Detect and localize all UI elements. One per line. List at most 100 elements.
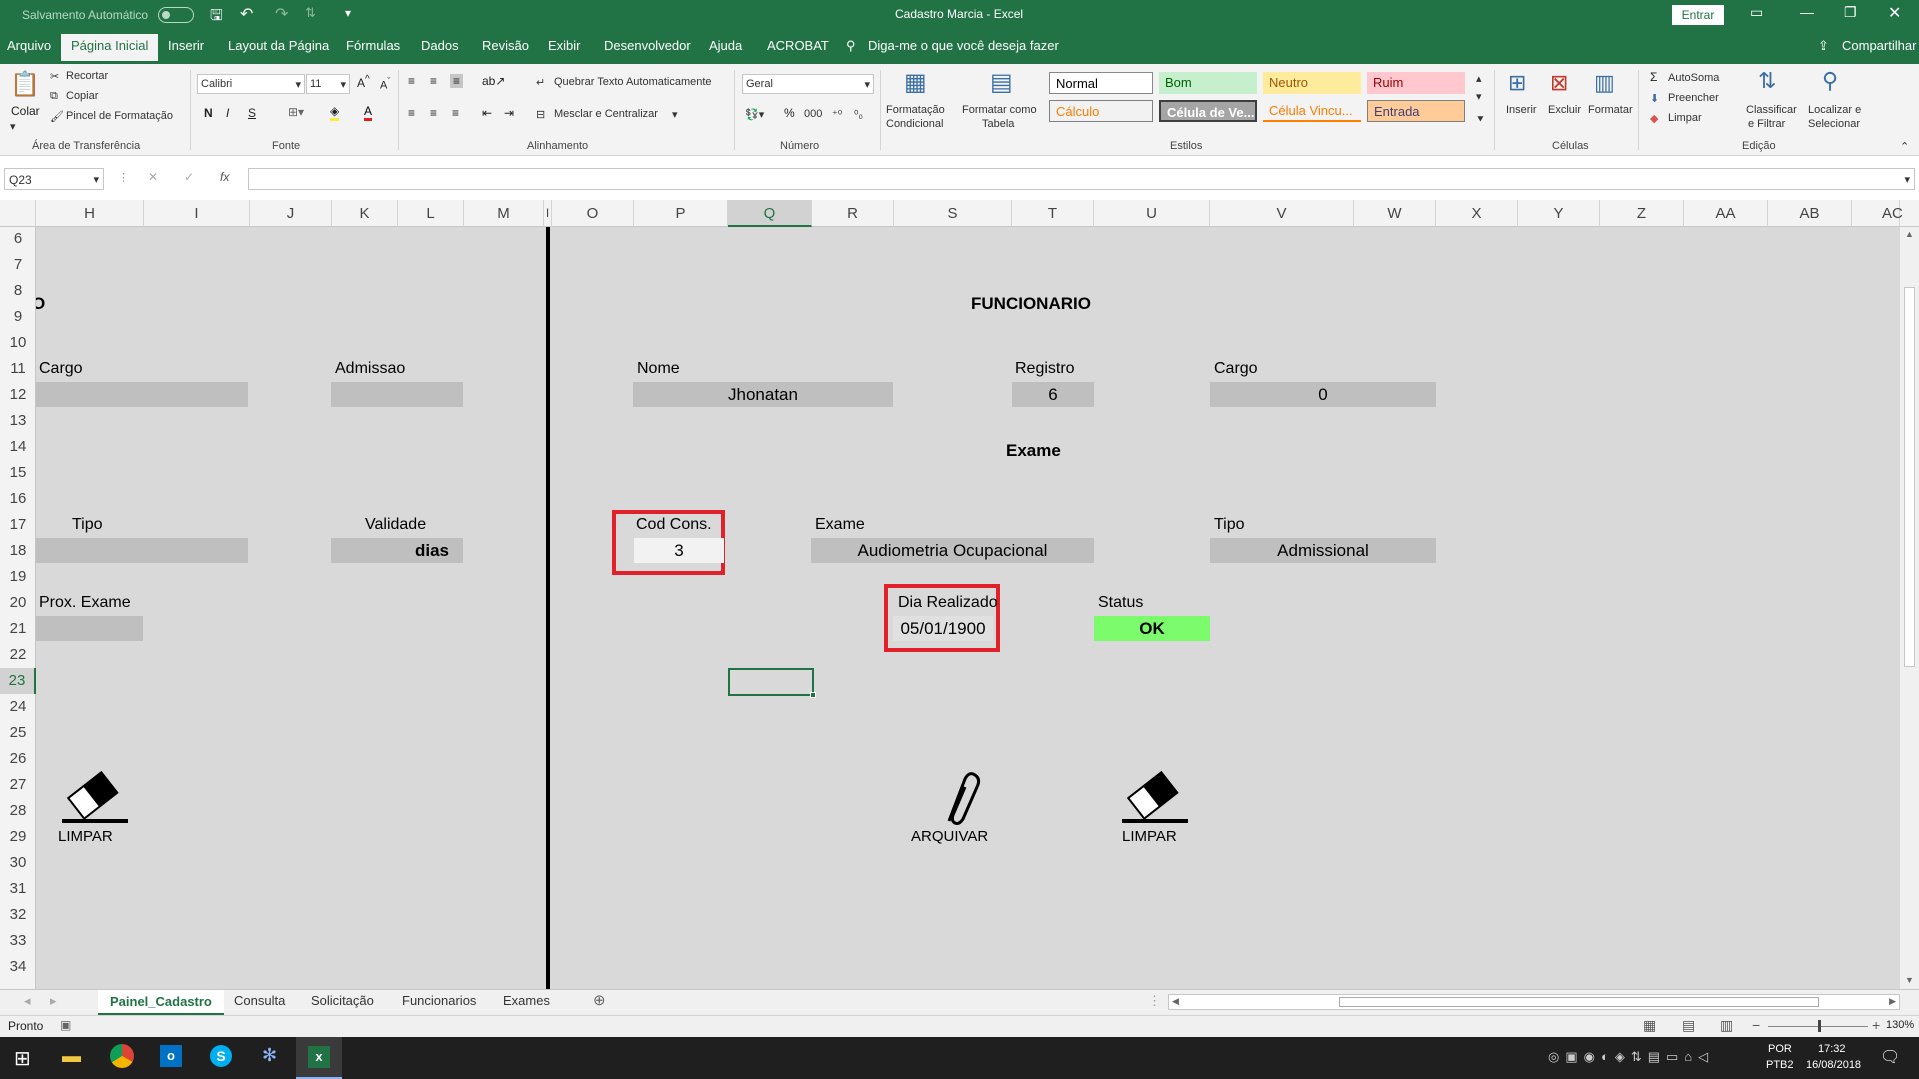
row-header[interactable]: 17 xyxy=(0,516,36,533)
currency-icon[interactable]: 💱▾ xyxy=(745,108,764,121)
column-header[interactable]: AB xyxy=(1768,200,1852,227)
validade-field[interactable]: dias xyxy=(331,538,463,563)
tab-layout[interactable]: Layout da Página xyxy=(228,38,329,53)
scroll-up-icon[interactable]: ▲ xyxy=(1905,229,1914,239)
paste-button[interactable]: Colar xyxy=(11,104,40,118)
fill-color-icon[interactable]: ◈ xyxy=(330,104,340,121)
increase-decimal-icon[interactable]: ⁺⁰ xyxy=(832,108,842,121)
conditional-format-button[interactable]: Formatação xyxy=(886,104,945,116)
format-cells-button[interactable]: Formatar xyxy=(1588,104,1633,116)
cancel-icon[interactable]: ✕ xyxy=(148,170,158,184)
column-header-selected[interactable]: Q xyxy=(728,200,812,227)
paste-icon[interactable]: 📋 xyxy=(10,70,40,100)
tab-arquivo[interactable]: Arquivo xyxy=(7,38,51,53)
row-header[interactable]: 19 xyxy=(0,568,36,585)
align-left-icon[interactable]: ≡ xyxy=(408,106,415,120)
styles-more-icon[interactable]: ⯆ xyxy=(1476,114,1485,127)
align-center-icon[interactable]: ≡ xyxy=(430,106,437,120)
scroll-right-icon[interactable]: ▶ xyxy=(1889,996,1896,1007)
column-header[interactable]: R xyxy=(812,200,894,227)
format-painter-icon[interactable]: 🖌 xyxy=(50,110,64,123)
clock-time[interactable]: 17:32 xyxy=(1818,1043,1846,1055)
zoom-level[interactable]: 130% xyxy=(1886,1019,1914,1031)
save-icon[interactable]: 🖫 xyxy=(210,5,223,30)
row-header[interactable]: 14 xyxy=(0,438,36,455)
vertical-scrollbar[interactable]: ▲ ▼ xyxy=(1900,227,1919,989)
autosum-button[interactable]: AutoSoma xyxy=(1668,72,1719,84)
tab-scroll-right-icon[interactable]: ▸ xyxy=(50,993,57,1009)
row-header[interactable]: 20 xyxy=(0,594,36,611)
language-1[interactable]: POR xyxy=(1768,1043,1792,1055)
name-box[interactable]: Q23 ▾ xyxy=(4,168,104,190)
column-header[interactable]: S xyxy=(894,200,1012,227)
sort-icon[interactable]: ⇅ xyxy=(305,5,316,21)
tab-acrobat[interactable]: ACROBAT xyxy=(767,38,829,53)
align-middle-icon[interactable]: ≡ xyxy=(430,74,437,88)
tab-dados[interactable]: Dados xyxy=(421,38,459,53)
style-neutro[interactable]: Neutro xyxy=(1263,72,1361,94)
column-header[interactable]: O xyxy=(552,200,634,227)
tab-formulas[interactable]: Fórmulas xyxy=(346,38,400,53)
limpar-left-button[interactable] xyxy=(58,767,130,827)
align-right-icon[interactable]: ≡ xyxy=(452,106,459,120)
font-name-select[interactable]: Calibri ▾ xyxy=(197,74,305,94)
row-header[interactable]: 21 xyxy=(0,620,36,637)
tellme-search-icon[interactable]: ⚲ xyxy=(846,38,856,54)
row-header[interactable]: 32 xyxy=(0,906,36,923)
font-color-icon[interactable]: A xyxy=(364,104,373,121)
exame-field[interactable]: Audiometria Ocupacional xyxy=(811,538,1094,563)
row-header[interactable]: 31 xyxy=(0,880,36,897)
number-format-select[interactable]: Geral ▾ xyxy=(742,74,874,94)
style-celula-verificacao[interactable]: Célula de Ve... xyxy=(1159,100,1257,122)
underline-button[interactable]: S xyxy=(248,106,256,120)
row-header[interactable]: 6 xyxy=(0,230,36,247)
row-header[interactable]: 27 xyxy=(0,776,36,793)
align-bottom-icon[interactable]: ≡ xyxy=(450,74,464,88)
tab-revisao[interactable]: Revisão xyxy=(482,38,529,53)
limpar-right-button[interactable] xyxy=(1118,767,1190,827)
column-header[interactable]: AA xyxy=(1684,200,1768,227)
zoom-in-icon[interactable]: + xyxy=(1872,1017,1880,1033)
styles-scroll-down-icon[interactable]: ▾ xyxy=(1476,90,1482,103)
skype-icon[interactable]: S xyxy=(210,1045,232,1067)
format-painter-button[interactable]: Pincel de Formatação xyxy=(66,110,173,122)
prox-exame-field[interactable] xyxy=(36,616,143,641)
cut-button[interactable]: Recortar xyxy=(66,70,108,82)
insert-cells-button[interactable]: Inserir xyxy=(1506,104,1537,116)
file-explorer-icon[interactable]: ▬ xyxy=(62,1046,81,1068)
select-all-corner[interactable] xyxy=(0,200,36,227)
windows-start-icon[interactable]: ⊞ xyxy=(14,1046,31,1071)
column-header[interactable]: Z xyxy=(1600,200,1684,227)
sheet-tab-consulta[interactable]: Consulta xyxy=(234,993,285,1008)
row-header[interactable]: 7 xyxy=(0,256,36,273)
status-field[interactable]: OK xyxy=(1094,616,1210,641)
row-header[interactable]: 28 xyxy=(0,802,36,819)
cut-icon[interactable]: ✂ xyxy=(50,70,59,83)
borders-icon[interactable]: ⊞▾ xyxy=(288,105,304,119)
chrome-icon[interactable] xyxy=(110,1044,134,1068)
bold-button[interactable]: N xyxy=(204,106,213,120)
row-header-selected[interactable]: 23 xyxy=(0,668,36,694)
row-header[interactable]: 18 xyxy=(0,542,36,559)
style-entrada[interactable]: Entrada xyxy=(1367,100,1465,122)
enter-icon[interactable]: ✓ xyxy=(184,170,194,184)
nome-field[interactable]: Jhonatan xyxy=(633,382,893,407)
column-header[interactable]: P xyxy=(634,200,728,227)
selected-cell[interactable] xyxy=(728,668,816,698)
zoom-slider-thumb[interactable] xyxy=(1818,1020,1821,1032)
customize-qat-icon[interactable]: ▾ xyxy=(345,6,351,20)
row-header[interactable]: 16 xyxy=(0,490,36,507)
tray-icons[interactable]: ◎▣◉◐◈⇅▤▭⌂◁ xyxy=(1548,1049,1714,1065)
arquivar-button[interactable] xyxy=(927,767,987,827)
sheet-tab-painel-cadastro[interactable]: Painel_Cadastro xyxy=(98,990,224,1015)
macro-record-icon[interactable]: ▣ xyxy=(60,1018,71,1032)
row-header[interactable]: 33 xyxy=(0,932,36,949)
redo-icon[interactable]: ↷ xyxy=(275,4,288,24)
clock-date[interactable]: 16/08/2018 xyxy=(1806,1059,1861,1071)
style-calculo[interactable]: Cálculo xyxy=(1049,100,1153,122)
fill-button[interactable]: Preencher xyxy=(1668,92,1719,104)
notifications-icon[interactable]: 🗨 xyxy=(1880,1047,1900,1067)
hscroll-thumb[interactable] xyxy=(1339,997,1819,1007)
column-header[interactable]: AC xyxy=(1852,200,1903,227)
dia-realizado-field[interactable]: 05/01/1900 xyxy=(893,616,993,641)
